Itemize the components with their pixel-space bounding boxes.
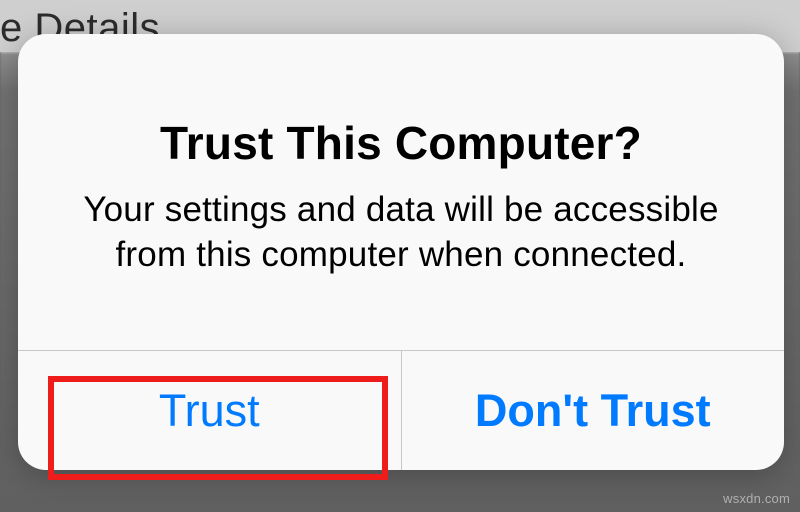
dont-trust-button[interactable]: Don't Trust xyxy=(402,351,785,470)
dont-trust-button-label: Don't Trust xyxy=(475,385,711,437)
dialog-button-row: Trust Don't Trust xyxy=(18,350,784,470)
dialog-content: Trust This Computer? Your settings and d… xyxy=(18,34,784,350)
watermark-text: wsxdn.com xyxy=(723,491,790,506)
trust-dialog: Trust This Computer? Your settings and d… xyxy=(18,34,784,470)
dialog-title: Trust This Computer? xyxy=(160,116,642,170)
trust-button-label: Trust xyxy=(159,385,260,437)
trust-button[interactable]: Trust xyxy=(18,351,402,470)
dialog-message: Your settings and data will be accessibl… xyxy=(78,188,724,278)
